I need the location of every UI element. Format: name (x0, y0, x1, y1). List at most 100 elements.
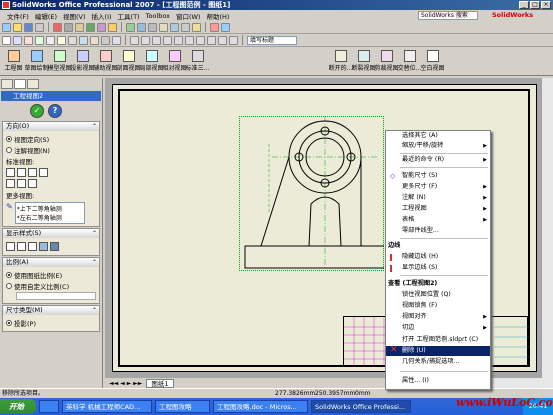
menu-window[interactable]: 窗口(W) (173, 11, 204, 21)
rotate-icon[interactable] (159, 22, 168, 32)
quick-launch[interactable] (39, 400, 59, 413)
feature-tree-tab[interactable] (1, 79, 13, 89)
cmd-broken-out[interactable]: 断开的... (329, 48, 352, 75)
cmd-drawing[interactable]: 工程图 (2, 48, 25, 75)
options-icon[interactable] (210, 22, 219, 32)
table-icon[interactable] (112, 35, 121, 45)
zoom-area-icon[interactable] (137, 22, 146, 32)
top-view-icon[interactable] (6, 179, 15, 188)
menu-help[interactable]: 帮助(H) (203, 11, 232, 21)
wireframe-icon[interactable] (6, 242, 15, 251)
menu-zoom-pan-rotate[interactable]: 缩放/平移/旋转 ▶ (386, 141, 490, 151)
rebuild-icon[interactable] (108, 22, 117, 32)
menu-component-line-font[interactable]: 零部件线型... (386, 226, 490, 236)
cmd-standard-3view[interactable]: 标准三... (186, 48, 209, 75)
help-search-input[interactable]: SolidWorks 搜索 (418, 11, 478, 20)
copy-icon[interactable] (64, 22, 73, 32)
menu-lock-view-focus[interactable]: 视图锁焦 (F) (386, 301, 490, 311)
trim-icon[interactable] (196, 35, 205, 45)
cmd-section-view[interactable]: 剖面视图 (117, 48, 141, 75)
weld-symbol-icon[interactable] (46, 35, 55, 45)
menu-lock-view-position[interactable]: 锁住视图位置 (Q) (386, 290, 490, 300)
cmd-detail-view[interactable]: 局部视图 (140, 48, 164, 75)
paste-icon[interactable] (75, 22, 84, 32)
front-view-icon[interactable] (6, 168, 15, 177)
annotation-view-radio[interactable]: 注解视图(N) (6, 145, 96, 155)
cmd-break-view[interactable]: 断裂视图 (352, 48, 376, 75)
view-orient-icon[interactable] (170, 22, 179, 32)
close-button[interactable]: × (541, 1, 551, 9)
tab-nav-arrows-icon[interactable]: ◄◄ ◄ ► ►► (105, 380, 142, 387)
list-item[interactable]: *左右二等角轴测 (17, 213, 83, 222)
custom-scale-field[interactable] (16, 292, 96, 300)
property-tab[interactable] (14, 79, 26, 89)
cmd-projected-view[interactable]: 投影视图 (71, 48, 95, 75)
cmd-model-view[interactable]: 模型视图 (48, 48, 72, 75)
hidden-lines-icon[interactable] (181, 22, 190, 32)
menu-annotations[interactable]: 注解 (N) ▶ (386, 193, 490, 203)
datum-icon[interactable] (57, 35, 66, 45)
isometric-view-icon[interactable] (28, 179, 37, 188)
menu-view-alignment[interactable]: 视图对齐 ▶ (386, 312, 490, 322)
surface-finish-icon[interactable] (35, 35, 44, 45)
bottom-view-icon[interactable] (17, 179, 26, 188)
menu-recent-commands[interactable]: 最近的命令 (R) ▶ (386, 155, 490, 165)
print-icon[interactable] (35, 22, 44, 32)
custom-scale-radio[interactable]: 使用自定义比例(C) (6, 281, 96, 291)
pan-icon[interactable] (148, 22, 157, 32)
menu-file[interactable]: 文件(F) (4, 11, 32, 21)
menu-relations-snaps[interactable]: 几何关系/捕捉选项... (386, 357, 490, 367)
save-icon[interactable] (24, 22, 33, 32)
menu-delete[interactable]: ✕ 删除 (U) (386, 345, 490, 356)
task-word-doc[interactable]: 工程图攻略.doc - Micros... (213, 400, 308, 413)
cut-icon[interactable] (53, 22, 62, 32)
part-drawing[interactable] (239, 116, 384, 271)
config-tab[interactable] (27, 79, 39, 89)
fillet-icon[interactable] (229, 35, 238, 45)
shaded-icon[interactable] (50, 242, 59, 251)
shaded-icon[interactable] (192, 22, 201, 32)
tab-sheet1[interactable]: 图纸1 (146, 378, 174, 388)
select-icon[interactable] (97, 22, 106, 32)
display-style-header[interactable]: 显示样式(S) ⌃ (3, 229, 99, 238)
new-icon[interactable] (2, 22, 11, 32)
list-item[interactable]: *上下二等角轴测 (17, 204, 83, 213)
help-button[interactable]: ? (48, 104, 62, 118)
menu-open-part[interactable]: 打开 工程图范例.sldprt (C) (386, 335, 490, 345)
point-icon[interactable] (185, 35, 194, 45)
cmd-crop-view[interactable]: 剪裁视图 (375, 48, 399, 75)
cmd-empty-view[interactable]: 空白视图 (421, 48, 445, 75)
task-solidworks[interactable]: SolidWorks Office Professi... (311, 400, 411, 413)
scale-header[interactable]: 比例(A) ⌃ (3, 258, 99, 267)
menu-view[interactable]: 视图(V) (60, 11, 89, 21)
start-button[interactable]: 开始 (0, 399, 36, 414)
balloon-icon[interactable] (24, 35, 33, 45)
menu-tools[interactable]: 工具(T) (115, 11, 143, 21)
smart-dimension-icon[interactable] (2, 35, 11, 45)
more-views-list[interactable]: *上下二等角轴测 *左右二等角轴测 (14, 202, 85, 224)
spline-icon[interactable] (174, 35, 183, 45)
cmd-relative-view[interactable]: 相对视图 (163, 48, 187, 75)
mirror-icon[interactable] (218, 35, 227, 45)
centermark-icon[interactable] (68, 35, 77, 45)
minimize-button[interactable]: _ (519, 1, 529, 9)
help-icon[interactable] (221, 22, 230, 32)
projected-radio[interactable]: 投影(P) (6, 318, 96, 328)
open-icon[interactable] (13, 22, 22, 32)
dimension-type-header[interactable]: 尺寸类型(M) ⌃ (3, 306, 99, 315)
menu-toolbox[interactable]: Toolbox (143, 12, 173, 20)
menu-smart-dimension[interactable]: ◇ 智能尺寸 (S) (386, 171, 490, 181)
menu-tangent-edge[interactable]: 切边 ▶ (386, 323, 490, 333)
menu-drawing-views[interactable]: 工程视图 ▶ (386, 204, 490, 214)
left-view-icon[interactable] (28, 168, 37, 177)
ok-button[interactable]: ✓ (30, 104, 44, 118)
vertical-scrollbar[interactable] (541, 78, 553, 378)
hidden-visible-icon[interactable] (17, 242, 26, 251)
maximize-button[interactable]: □ (530, 1, 540, 9)
task-folder[interactable]: 工程图攻略 (155, 400, 210, 413)
menu-properties[interactable]: 属性... (I) (386, 376, 490, 386)
back-view-icon[interactable] (17, 168, 26, 177)
layer-select[interactable]: 填写标题 (247, 35, 297, 45)
base-plate[interactable] (244, 245, 384, 269)
hidden-removed-icon[interactable] (28, 242, 37, 251)
